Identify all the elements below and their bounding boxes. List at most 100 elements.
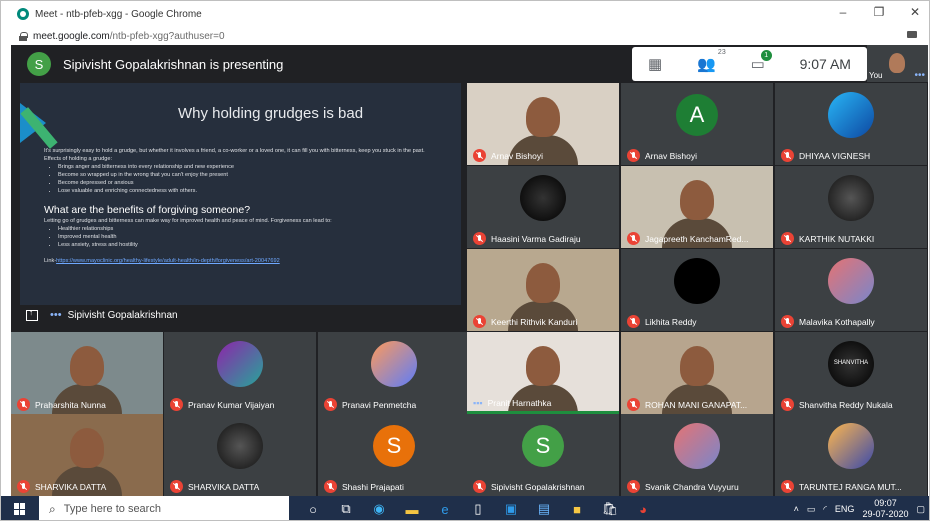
- store-icon[interactable]: 🛍: [598, 498, 622, 520]
- internet-explorer-icon[interactable]: e: [433, 498, 457, 520]
- battery-icon[interactable]: ▭: [807, 504, 816, 515]
- taskbar-search[interactable]: ⌕ Type here to search: [39, 496, 289, 520]
- participant-label: SHARVIKA DATTA: [17, 480, 106, 493]
- benefit-item: Less anxiety, stress and hostility: [58, 241, 454, 249]
- mic-muted-icon: [781, 398, 794, 411]
- chevron-up-icon[interactable]: ˄: [794, 504, 799, 514]
- participant-tile[interactable]: TARUNTEJ RANGA MUT...: [775, 414, 927, 496]
- taskbar-apps: ○ ⧉ ◉ ▬ e ▯ ▣ ▤ ■ 🛍 ◕: [301, 498, 655, 520]
- url-text[interactable]: meet.google.com/ntb-pfeb-xgg?authuser=0: [33, 31, 225, 42]
- presenter-options-icon[interactable]: •••: [50, 309, 62, 321]
- participant-tile[interactable]: DHIYAA VIGNESH: [775, 83, 927, 165]
- minimize-button[interactable]: –: [835, 5, 851, 19]
- participant-name: Pranavi Penmetcha: [342, 399, 417, 410]
- app-icon[interactable]: ▤: [532, 498, 556, 520]
- close-button[interactable]: ✕: [907, 5, 923, 19]
- grid-layout-icon[interactable]: ▦: [648, 55, 662, 73]
- self-label: You: [869, 71, 883, 80]
- search-placeholder: Type here to search: [63, 503, 161, 515]
- participant-tile[interactable]: KARTHIK NUTAKKI: [775, 166, 927, 248]
- participant-photo: [828, 423, 874, 469]
- participant-tile[interactable]: ▪▪▪ Pranit Harnathka: [467, 332, 619, 414]
- participant-name: Sipivisht Gopalakrishnan: [491, 481, 585, 492]
- photos-icon[interactable]: ▣: [499, 498, 523, 520]
- participant-photo: [828, 92, 874, 138]
- participant-tile[interactable]: Malavika Kothapally: [775, 249, 927, 331]
- participant-tile[interactable]: ROHAN MANI GANAPAT...: [621, 332, 773, 414]
- people-icon[interactable]: 👥 23: [697, 49, 726, 73]
- participant-name: Pranav Kumar Vijaiyan: [188, 399, 275, 410]
- participant-label: Arnav Bishoyi: [473, 149, 543, 162]
- participant-avatar: A: [676, 94, 718, 136]
- participant-photo: [371, 341, 417, 387]
- slide-subtitle: What are the benefits of forgiving someo…: [44, 204, 251, 216]
- participant-name: KARTHIK NUTAKKI: [799, 233, 875, 244]
- address-bar[interactable]: meet.google.com/ntb-pfeb-xgg?authuser=0: [1, 27, 929, 45]
- participant-figure: [526, 346, 560, 386]
- participant-label: Arnav Bishoyi: [627, 149, 697, 162]
- mic-muted-icon: [473, 315, 486, 328]
- participant-label: Praharshita Nunna: [17, 398, 106, 411]
- more-options-icon[interactable]: •••: [914, 70, 925, 81]
- mic-muted-icon: [17, 480, 30, 493]
- system-tray: ˄ ▭ ◜ ENG 09:07 29-07-2020 ▢: [794, 496, 925, 520]
- participant-figure: [526, 263, 560, 303]
- meeting-info-panel: ▦ 👥 23 ▭ 1 9:07 AM: [632, 47, 867, 81]
- participant-tile[interactable]: SHARVIKA DATTA: [11, 414, 163, 496]
- mic-muted-icon: [473, 149, 486, 162]
- wifi-icon[interactable]: ◜: [823, 504, 827, 515]
- participant-tile[interactable]: SHANVITHA Shanvitha Reddy Nukala: [775, 332, 927, 414]
- participant-tile[interactable]: Keerthi Rithvik Kanduri: [467, 249, 619, 331]
- meet-favicon-icon: [17, 8, 29, 20]
- reference-link[interactable]: https://www.mayoclinic.org/healthy-lifes…: [56, 258, 280, 264]
- participant-label: Svanik Chandra Vuyyuru: [627, 480, 739, 493]
- language-indicator[interactable]: ENG: [835, 504, 855, 514]
- participant-tile[interactable]: S Sipivisht Gopalakrishnan: [467, 414, 619, 496]
- benefits-intro: Letting go of grudges and bitterness can…: [44, 218, 332, 224]
- start-button[interactable]: [1, 496, 39, 520]
- file-explorer-icon[interactable]: ▬: [400, 498, 424, 520]
- participant-tile[interactable]: A Arnav Bishoyi: [621, 83, 773, 165]
- clock[interactable]: 09:07 29-07-2020: [862, 498, 908, 520]
- participant-tile[interactable]: Jagapreeth KanchamRed...: [621, 166, 773, 248]
- lock-icon[interactable]: [19, 31, 28, 41]
- cortana-icon[interactable]: ○: [301, 498, 325, 520]
- task-view-icon[interactable]: ⧉: [334, 498, 358, 520]
- presentation-slide: Why holding grudges is bad It's surprisi…: [20, 83, 461, 305]
- camera-icon[interactable]: [907, 31, 917, 38]
- participant-figure: [680, 180, 714, 220]
- chrome-icon[interactable]: ◕: [631, 498, 655, 520]
- participant-name: Keerthi Rithvik Kanduri: [491, 316, 578, 327]
- participant-tile[interactable]: Arnav Bishoyi: [467, 83, 619, 165]
- participant-name: ROHAN MANI GANAPAT...: [645, 399, 748, 410]
- self-view-tile[interactable]: You •••: [867, 45, 928, 82]
- participant-avatar: S: [522, 425, 564, 467]
- benefit-item: Healthier relationships: [58, 225, 454, 233]
- participant-tile[interactable]: Likhita Reddy: [621, 249, 773, 331]
- present-screen-icon: [26, 308, 38, 321]
- mic-muted-icon: [17, 398, 30, 411]
- sticky-notes-icon[interactable]: ■: [565, 498, 589, 520]
- mic-muted-icon: [781, 480, 794, 493]
- restore-button[interactable]: ❐: [871, 5, 887, 19]
- notepad-icon[interactable]: ▯: [466, 498, 490, 520]
- slide-body: It's surprisingly easy to hold a grudge,…: [44, 147, 454, 265]
- participant-tile[interactable]: SHARVIKA DATTA: [164, 414, 316, 496]
- participant-name: Jagapreeth KanchamRed...: [645, 233, 749, 244]
- participant-label: Likhita Reddy: [627, 315, 697, 328]
- edge-icon[interactable]: ◉: [367, 498, 391, 520]
- screen: Meet - ntb-pfeb-xgg - Google Chrome – ❐ …: [0, 0, 930, 521]
- participant-tile[interactable]: Praharshita Nunna: [11, 332, 163, 414]
- participant-tile[interactable]: Pranav Kumar Vijaiyan: [164, 332, 316, 414]
- participant-tile[interactable]: Svanik Chandra Vuyyuru: [621, 414, 773, 496]
- participant-name: SHARVIKA DATTA: [188, 481, 260, 492]
- participant-label: ROHAN MANI GANAPAT...: [627, 398, 747, 411]
- participant-tile[interactable]: Pranavi Penmetcha: [318, 332, 470, 414]
- participant-tile[interactable]: Haasini Varma Gadiraju: [467, 166, 619, 248]
- participant-tile[interactable]: S Shashi Prajapati: [318, 414, 470, 496]
- window-title: Meet - ntb-pfeb-xgg - Google Chrome: [35, 8, 202, 20]
- participant-figure: [70, 346, 104, 386]
- participant-name: Svanik Chandra Vuyyuru: [645, 481, 739, 492]
- chat-icon[interactable]: ▭ 1: [751, 50, 772, 73]
- notification-icon[interactable]: ▢: [916, 504, 925, 515]
